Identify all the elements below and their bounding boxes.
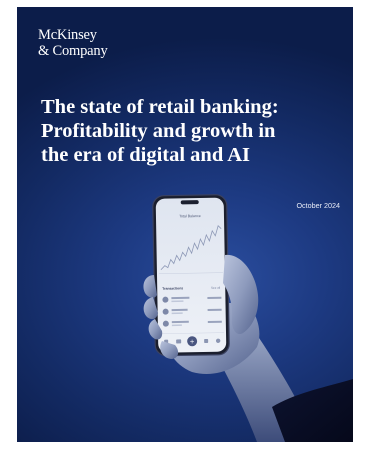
card-icon xyxy=(176,339,182,344)
hand-holding-phone-illustration: Total Balance Transactions See all + xyxy=(143,194,353,442)
smartphone: Total Balance Transactions See all + xyxy=(152,194,230,357)
report-cover: McKinsey & Company The state of retail b… xyxy=(17,7,353,442)
app-section-title: Transactions xyxy=(162,286,183,290)
app-chart-title: Total Balance xyxy=(179,214,201,218)
svg-text:+: + xyxy=(190,338,195,345)
app-section-action: See all xyxy=(211,286,221,290)
